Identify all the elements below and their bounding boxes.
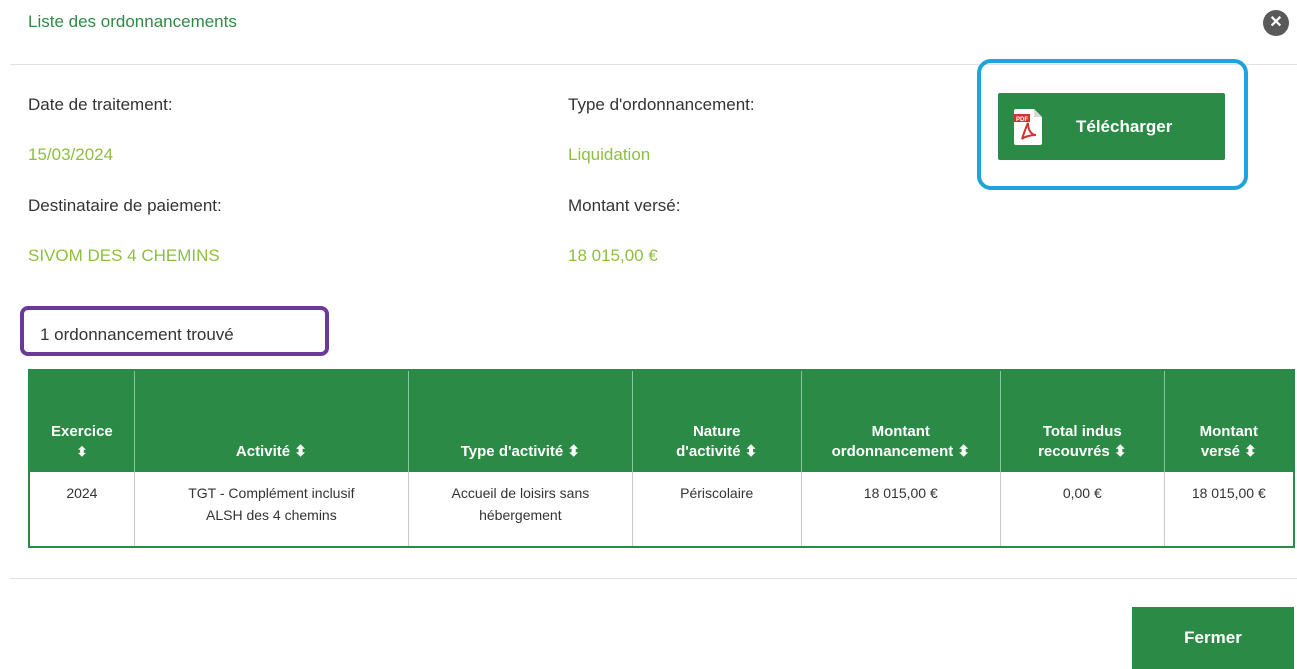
table-row: 2024 TGT - Complément inclusif ALSH des … (29, 472, 1294, 547)
modal-title: Liste des ordonnancements (28, 12, 237, 31)
date-label: Date de traitement: (28, 95, 173, 114)
results-count: 1 ordonnancement trouvé (40, 325, 234, 344)
table-header-row: Exercice ⬍ Activité ⬍ Type d'activité ⬍ … (29, 370, 1294, 472)
col-nature-line2: d'activité ⬍ (676, 443, 758, 460)
col-nature-activite[interactable]: Nature d'activité ⬍ (632, 370, 802, 472)
recipient-value: SIVOM DES 4 CHEMINS (28, 246, 220, 265)
footer-divider (10, 578, 1297, 579)
cell-montant-ordonnancement: 18 015,00 € (801, 472, 1001, 547)
cell-activite: TGT - Complément inclusif ALSH des 4 che… (134, 472, 409, 547)
col-exercice-label: Exercice (51, 423, 113, 440)
col-type-activite-label: Type d'activité ⬍ (460, 443, 580, 460)
col-activite[interactable]: Activité ⬍ (134, 370, 409, 472)
col-total-indus-line1: Total indus (1042, 423, 1122, 440)
cell-type-line1: Accueil de loisirs sans (451, 485, 590, 501)
col-total-indus[interactable]: Total indus recouvrés ⬍ (1000, 370, 1165, 472)
cell-total-indus: 0,00 € (1000, 472, 1165, 547)
col-total-indus-line2: recouvrés ⬍ (1038, 443, 1127, 460)
type-label: Type d'ordonnancement: (568, 95, 755, 114)
download-label: Télécharger (1076, 116, 1173, 136)
cell-activite-line2: ALSH des 4 chemins (205, 507, 337, 523)
results-table: Exercice ⬍ Activité ⬍ Type d'activité ⬍ … (28, 369, 1295, 548)
col-montant-verse[interactable]: Montant versé ⬍ (1164, 370, 1294, 472)
close-button[interactable]: Fermer (1132, 607, 1294, 669)
amount-label: Montant versé: (568, 196, 681, 215)
recipient-label: Destinataire de paiement: (28, 196, 222, 215)
cell-type-activite: Accueil de loisirs sans hébergement (408, 472, 633, 547)
download-button[interactable]: PDF Télécharger (998, 93, 1225, 160)
col-montant-verse-line2: versé ⬍ (1200, 443, 1257, 460)
date-value: 15/03/2024 (28, 145, 114, 164)
col-activite-label: Activité ⬍ (235, 443, 307, 460)
col-montant-ord-line2: ordonnancement ⬍ (831, 443, 970, 460)
type-value: Liquidation (568, 145, 651, 164)
close-icon[interactable]: ✕ (1263, 10, 1289, 36)
col-montant-ord-line1: Montant (871, 423, 930, 440)
cell-activite-line1: TGT - Complément inclusif (188, 485, 355, 501)
cell-montant-verse: 18 015,00 € (1191, 485, 1266, 501)
sort-icon: ⬍ (76, 444, 88, 459)
col-montant-ordonnancement[interactable]: Montant ordonnancement ⬍ (801, 370, 1001, 472)
cell-type-line2: hébergement (479, 507, 562, 523)
col-montant-verse-line1: Montant (1199, 423, 1258, 440)
cell-exercice: 2024 (29, 472, 135, 547)
svg-text:PDF: PDF (1016, 117, 1028, 123)
col-nature-line1: Nature (692, 423, 741, 440)
cell-nature: Périscolaire (632, 472, 802, 547)
col-type-activite[interactable]: Type d'activité ⬍ (408, 370, 633, 472)
pdf-icon: PDF (1014, 108, 1042, 145)
col-exercice[interactable]: Exercice ⬍ (29, 370, 135, 472)
amount-value: 18 015,00 € (568, 246, 658, 265)
